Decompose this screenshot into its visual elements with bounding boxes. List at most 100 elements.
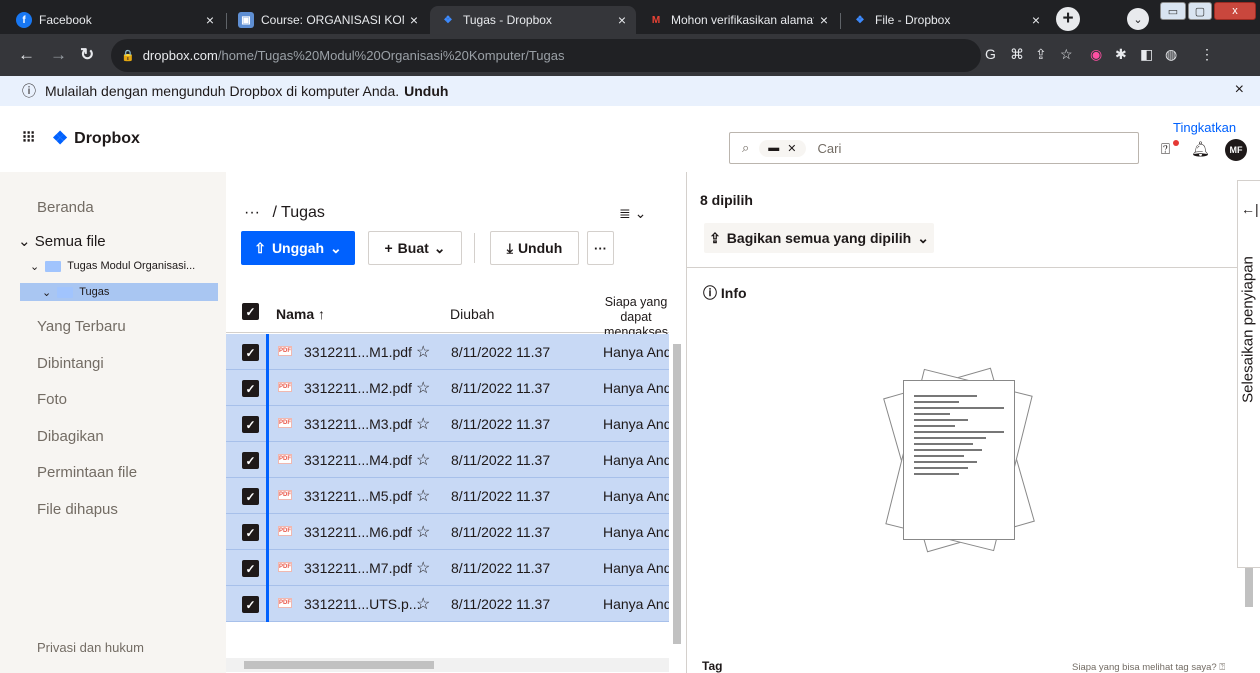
table-row[interactable]: ✓ PDF 3312211...M6.pdf ☆ 8/11/2022 11.37 Hany… bbox=[226, 514, 669, 550]
more-actions-button[interactable]: ··· bbox=[587, 231, 614, 265]
sidebar-item-file-dihapus[interactable]: File dihapus bbox=[37, 501, 118, 518]
sidebar-item-semua-file[interactable]: ⌄ Semua file bbox=[18, 232, 106, 250]
translate-icon[interactable]: ⌘ bbox=[1010, 46, 1024, 63]
tree-item-tugas-modul[interactable]: ⌄ Tugas Modul Organisasi... bbox=[30, 257, 195, 275]
close-icon[interactable]: × bbox=[1032, 12, 1040, 28]
profile-icon[interactable]: ◍ bbox=[1165, 46, 1177, 63]
share-icon[interactable]: ⇪ bbox=[1035, 46, 1047, 63]
table-row[interactable]: ✓ PDF 3312211...UTS.p... ☆ 8/11/2022 11.37 Ha… bbox=[226, 586, 669, 622]
maximize-button[interactable]: ▢ bbox=[1188, 2, 1212, 20]
close-icon[interactable]: × bbox=[820, 12, 828, 28]
tab-tugas-dropbox[interactable]: ❖ Tugas - Dropbox × bbox=[430, 6, 636, 34]
back-icon[interactable]: ← bbox=[18, 45, 35, 65]
file-name[interactable]: 3312211...UTS.p... bbox=[304, 596, 420, 612]
star-icon[interactable]: ☆ bbox=[416, 558, 430, 578]
share-selected-button[interactable]: ⇪ Bagikan semua yang dipilih ⌄ bbox=[704, 223, 934, 253]
privacy-link[interactable]: Privasi dan hukum bbox=[37, 640, 144, 655]
scrollbar-thumb[interactable] bbox=[244, 661, 434, 669]
dropbox-logo[interactable]: ❖ Dropbox bbox=[52, 128, 140, 149]
download-button[interactable]: ⤓ Unduh bbox=[490, 231, 579, 265]
tab-search-icon[interactable]: ⌄ bbox=[1127, 8, 1149, 30]
infobar-download-link[interactable]: Unduh bbox=[404, 83, 448, 99]
info-section[interactable]: ⓘ Info bbox=[703, 283, 747, 303]
file-name[interactable]: 3312211...M3.pdf bbox=[304, 416, 412, 432]
select-all-checkbox[interactable]: ✓ bbox=[242, 303, 259, 320]
extension-icon[interactable]: ◉ bbox=[1090, 46, 1102, 63]
row-checkbox[interactable]: ✓ bbox=[242, 452, 259, 469]
horizontal-scrollbar[interactable] bbox=[226, 658, 669, 672]
forward-icon[interactable]: → bbox=[50, 45, 67, 65]
view-options-icon[interactable]: ≣ ⌄ bbox=[619, 205, 646, 222]
breadcrumb-parent[interactable]: ··· bbox=[244, 204, 260, 221]
tree-item-tugas[interactable]: ⌄ Tugas bbox=[20, 283, 218, 301]
row-checkbox[interactable]: ✓ bbox=[242, 560, 259, 577]
chip-close-icon[interactable]: ✕ bbox=[787, 142, 796, 155]
tab-gmail[interactable]: M Mohon verifikasikan alamat em × bbox=[638, 6, 838, 34]
column-name[interactable]: Nama ↑ bbox=[276, 306, 325, 322]
reload-icon[interactable]: ↻ bbox=[80, 45, 94, 65]
upload-button[interactable]: ⇧ Unggah ⌄ bbox=[241, 231, 355, 265]
google-icon[interactable]: G bbox=[985, 46, 996, 62]
sidebar-item-beranda[interactable]: Beranda bbox=[37, 199, 94, 216]
side-panel-icon[interactable]: ◧ bbox=[1140, 46, 1153, 63]
star-icon[interactable]: ☆ bbox=[416, 378, 430, 398]
row-checkbox[interactable]: ✓ bbox=[242, 524, 259, 541]
table-row[interactable]: ✓ PDF 3312211...M3.pdf ☆ 8/11/2022 11.37 Hany… bbox=[226, 406, 669, 442]
table-row[interactable]: ✓ PDF 3312211...M4.pdf ☆ 8/11/2022 11.37 Hany… bbox=[226, 442, 669, 478]
row-checkbox[interactable]: ✓ bbox=[242, 380, 259, 397]
star-icon[interactable]: ☆ bbox=[416, 450, 430, 470]
row-checkbox[interactable]: ✓ bbox=[242, 488, 259, 505]
sidebar-item-dibagikan[interactable]: Dibagikan bbox=[37, 428, 104, 445]
sidebar-item-foto[interactable]: Foto bbox=[37, 391, 67, 408]
file-list-scrollbar[interactable] bbox=[671, 222, 683, 654]
window-close-button[interactable]: x bbox=[1214, 2, 1256, 20]
table-row[interactable]: ✓ PDF 3312211...M7.pdf ☆ 8/11/2022 11.37 Hany… bbox=[226, 550, 669, 586]
close-icon[interactable]: × bbox=[1235, 81, 1244, 99]
bookmark-star-icon[interactable]: ☆ bbox=[1060, 46, 1073, 63]
column-modified[interactable]: Diubah bbox=[450, 306, 494, 322]
sidebar-item-dibintangi[interactable]: Dibintangi bbox=[37, 355, 104, 372]
upgrade-link[interactable]: Tingkatkan bbox=[1173, 120, 1236, 135]
file-name[interactable]: 3312211...M5.pdf bbox=[304, 488, 412, 504]
star-icon[interactable]: ☆ bbox=[416, 414, 430, 434]
tab-facebook[interactable]: f Facebook × bbox=[6, 6, 224, 34]
star-icon[interactable]: ☆ bbox=[416, 486, 430, 506]
table-row[interactable]: ✓ PDF 3312211...M1.pdf ☆ 8/11/2022 11.37 Hany… bbox=[226, 334, 669, 370]
create-button[interactable]: + Buat ⌄ bbox=[368, 231, 462, 265]
scrollbar-thumb[interactable] bbox=[673, 344, 681, 644]
table-row[interactable]: ✓ PDF 3312211...M5.pdf ☆ 8/11/2022 11.37 Hany… bbox=[226, 478, 669, 514]
tab-course[interactable]: ▣ Course: ORGANISASI KOMPUT × bbox=[228, 6, 428, 34]
sidebar-scrollbar[interactable] bbox=[216, 251, 226, 295]
close-icon[interactable]: × bbox=[206, 12, 214, 28]
bell-icon[interactable]: 🔔︎ bbox=[1191, 140, 1210, 158]
sidebar-item-permintaan-file[interactable]: Permintaan file bbox=[37, 464, 137, 481]
folder-filter-chip[interactable]: ▬ ✕ bbox=[759, 139, 806, 157]
help-icon[interactable]: ⍰ bbox=[1161, 141, 1170, 158]
minimize-button[interactable]: ▭ bbox=[1160, 2, 1186, 20]
new-tab-button[interactable]: + bbox=[1056, 7, 1080, 31]
row-checkbox[interactable]: ✓ bbox=[242, 596, 259, 613]
extensions-puzzle-icon[interactable]: ✱ bbox=[1115, 46, 1127, 63]
file-name[interactable]: 3312211...M6.pdf bbox=[304, 524, 412, 540]
avatar[interactable]: MF bbox=[1225, 139, 1247, 161]
star-icon[interactable]: ☆ bbox=[416, 594, 430, 614]
row-checkbox[interactable]: ✓ bbox=[242, 416, 259, 433]
tag-visibility-link[interactable]: Siapa yang bisa melihat tag saya? ⍰ bbox=[1072, 662, 1225, 673]
sidebar-item-yang-terbaru[interactable]: Yang Terbaru bbox=[37, 318, 126, 335]
table-row[interactable]: ✓ PDF 3312211...M2.pdf ☆ 8/11/2022 11.37 Hany… bbox=[226, 370, 669, 406]
setup-tab[interactable]: ←| Selesaikan penyiapan bbox=[1237, 180, 1260, 568]
kebab-menu-icon[interactable]: ⋮ bbox=[1200, 46, 1214, 63]
tab-file-dropbox[interactable]: ❖ File - Dropbox × bbox=[842, 6, 1050, 34]
file-name[interactable]: 3312211...M4.pdf bbox=[304, 452, 412, 468]
app-grid-icon[interactable]: ⁝⁝⁝ bbox=[22, 127, 35, 147]
star-icon[interactable]: ☆ bbox=[416, 342, 430, 362]
file-name[interactable]: 3312211...M1.pdf bbox=[304, 344, 412, 360]
row-checkbox[interactable]: ✓ bbox=[242, 344, 259, 361]
search-input[interactable]: ⌕ ▬ ✕ Cari bbox=[729, 132, 1139, 164]
close-icon[interactable]: × bbox=[618, 12, 626, 28]
close-icon[interactable]: × bbox=[410, 12, 418, 28]
address-bar[interactable]: 🔒 dropbox.com/home/Tugas%20Modul%20Organ… bbox=[111, 39, 981, 72]
file-name[interactable]: 3312211...M2.pdf bbox=[304, 380, 412, 396]
file-name[interactable]: 3312211...M7.pdf bbox=[304, 560, 412, 576]
star-icon[interactable]: ☆ bbox=[416, 522, 430, 542]
